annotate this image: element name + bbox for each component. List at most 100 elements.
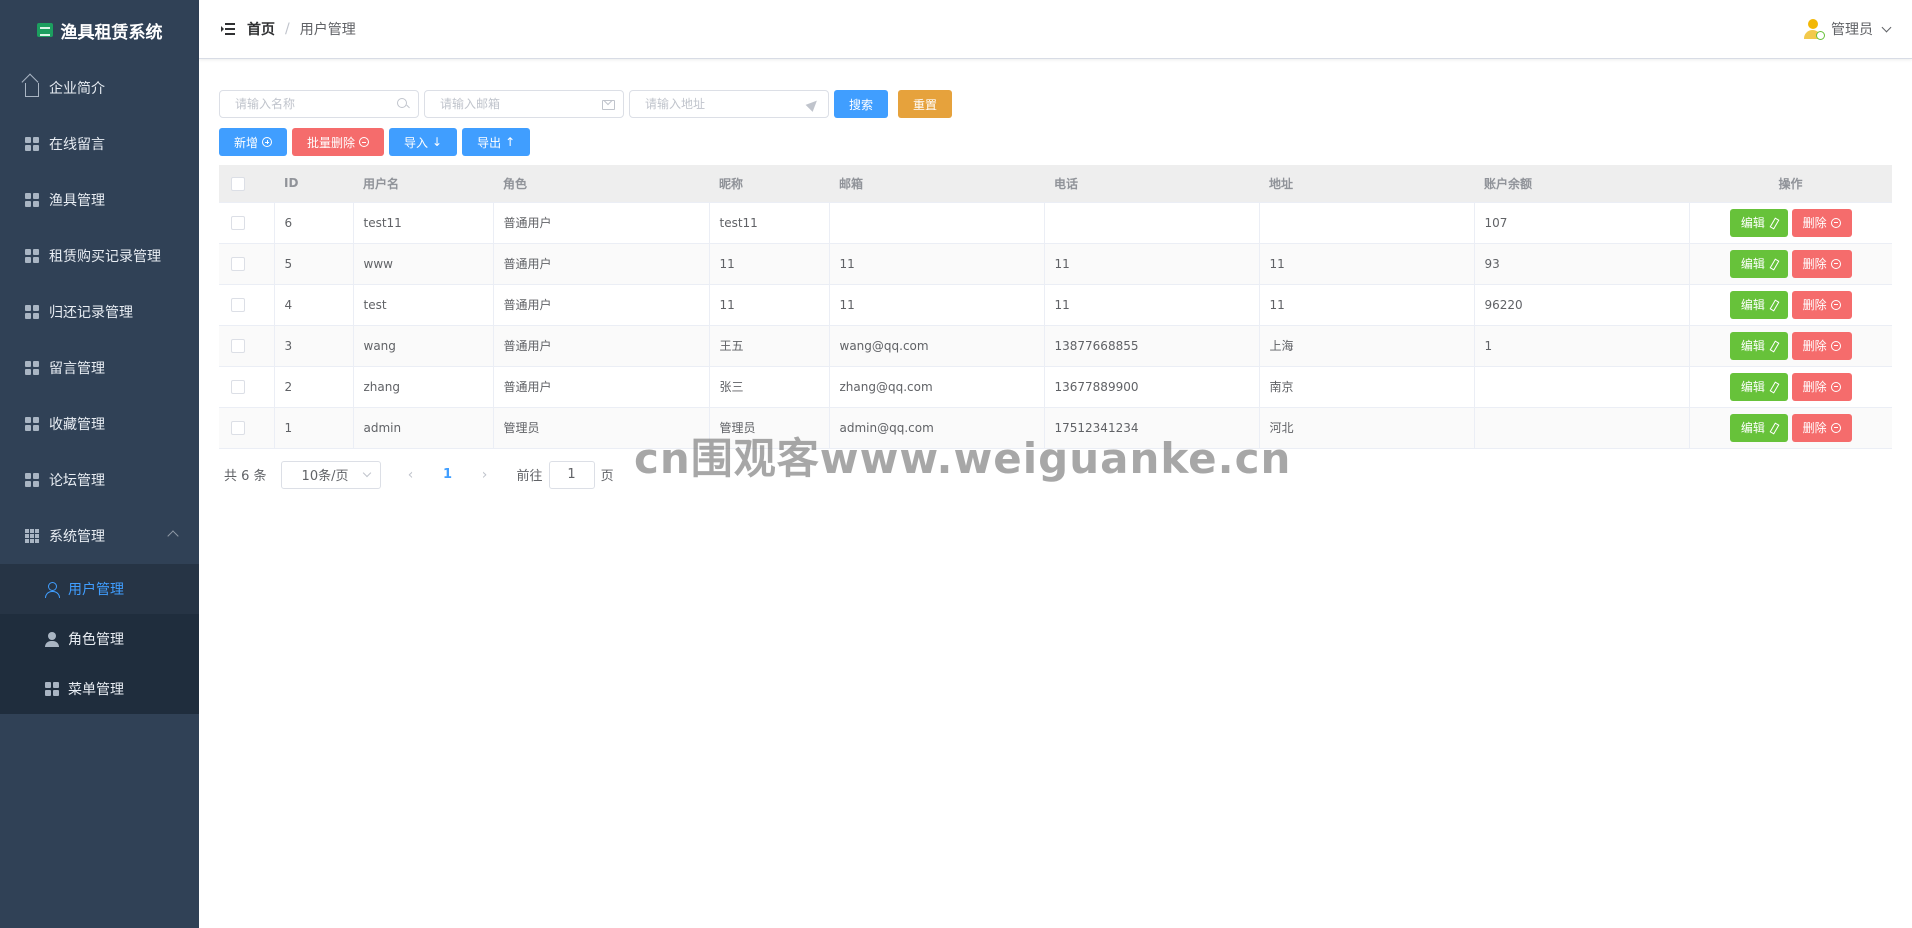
sidebar-item-company-intro[interactable]: 企业简介 [0,60,199,116]
edit-button[interactable]: 编辑 [1729,208,1788,237]
table-row: 3 wang 普通用户 王五 wang@qq.com 13877668855 上海 1 编辑 删… [219,325,1892,367]
cell-role: 普通用户 [493,243,710,285]
select-all-checkbox[interactable] [231,176,245,191]
prev-page-button[interactable]: ‹ [393,467,429,483]
row-checkbox[interactable] [231,379,245,394]
edit-icon [1769,382,1777,392]
name-search-input[interactable] [220,91,418,117]
grid-icon [24,416,40,432]
delete-button[interactable]: 删除 [1791,249,1852,278]
page-jumper: 前往 页 [516,460,614,489]
delete-button[interactable]: 删除 [1791,208,1852,237]
sidebar-item-online-message[interactable]: 在线留言 [0,116,199,172]
row-select-cell [219,366,275,408]
sidebar-item-return-records[interactable]: 归还记录管理 [0,284,199,340]
goto-page-input[interactable] [548,460,595,489]
user-dropdown[interactable]: 管理员 [1803,18,1892,40]
sidebar-item-label: 留言管理 [49,361,105,377]
row-select-cell [219,243,275,285]
edit-icon [1769,341,1777,351]
edit-icon [1769,300,1777,310]
cell-username: wang [353,325,494,367]
search-button[interactable]: 搜索 [834,90,889,118]
column-header: 邮箱 [829,165,1044,203]
address-search-field [629,90,829,118]
goto-prefix: 前往 [516,469,543,484]
delete-label: 删除 [1802,298,1827,312]
circle-plus-icon [262,137,273,147]
row-checkbox[interactable] [231,256,245,271]
batch-delete-button[interactable]: 批量删除 [292,128,385,156]
arrow-up-icon: ↑ [505,135,516,149]
chevron-down-icon [362,468,371,477]
page-number[interactable]: 1 [433,467,463,482]
sidebar-item-label: 渔具管理 [49,193,105,209]
row-checkbox[interactable] [231,420,245,435]
page-size-select[interactable]: 10条/页 [280,460,381,489]
edit-button[interactable]: 编辑 [1729,249,1788,278]
delete-button[interactable]: 删除 [1791,290,1852,319]
table-row: 5 www 普通用户 11 11 11 11 93 编辑 删除 [219,243,1892,285]
address-search-input[interactable] [630,91,828,117]
header: 首页 / 用户管理 管理员 [199,0,1912,59]
breadcrumb-home[interactable]: 首页 [247,19,275,39]
cell-balance: 1 [1474,325,1690,367]
delete-button[interactable]: 删除 [1791,413,1852,442]
cell-id: 5 [274,243,354,285]
cell-nickname: test11 [709,202,830,244]
cell-role: 普通用户 [493,284,710,326]
cell-balance [1474,407,1690,449]
sidebar-item-message-management[interactable]: 留言管理 [0,340,199,396]
circle-minus-icon [359,137,370,147]
menu-fold-icon[interactable] [221,23,235,35]
delete-button[interactable]: 删除 [1791,331,1852,360]
edit-button[interactable]: 编辑 [1729,331,1788,360]
import-button[interactable]: 导入 ↓ [389,128,458,156]
sidebar-item-favorites[interactable]: 收藏管理 [0,396,199,452]
sidebar-item-label: 租赁购买记录管理 [49,249,161,265]
user-solid-icon [44,631,60,647]
column-header: 角色 [493,165,709,203]
chevron-down-icon [1881,22,1892,32]
row-checkbox[interactable] [231,215,245,230]
delete-label: 删除 [1802,421,1827,435]
export-button[interactable]: 导出 ↑ [462,128,531,156]
sidebar-item-user-management[interactable]: 用户管理 [0,564,199,614]
add-button[interactable]: 新增 [219,128,288,156]
next-page-button[interactable]: › [467,467,503,483]
cell-username: admin [353,407,494,449]
edit-button[interactable]: 编辑 [1729,413,1788,442]
circle-minus-icon [1830,381,1841,392]
table-row: 2 zhang 普通用户 张三 zhang@qq.com 13677889900 南京 编辑 … [219,366,1892,408]
sidebar-item-rental-records[interactable]: 租赁购买记录管理 [0,228,199,284]
import-label: 导入 [404,135,429,150]
edit-button[interactable]: 编辑 [1729,290,1788,319]
sidebar-item-role-management[interactable]: 角色管理 [0,614,199,664]
email-search-input[interactable] [425,91,623,117]
reset-button[interactable]: 重置 [898,90,953,118]
cell-email: admin@qq.com [829,407,1045,449]
grid-icon [24,360,40,376]
cell-email: 11 [829,284,1045,326]
edit-button[interactable]: 编辑 [1729,372,1788,401]
row-checkbox[interactable] [231,338,245,353]
cell-role: 普通用户 [493,366,710,408]
sidebar: 渔具租赁系统 企业简介 在线留言 渔具管理 租赁购买记录管理 归还记录管理 留言… [0,0,199,928]
user-table: ID 用户名 角色 昵称 邮箱 电话 地址 账户余额 操作 6 test11 普通用… [219,165,1892,449]
edit-label: 编辑 [1740,216,1765,230]
column-header: ID [274,165,353,203]
cell-username: test [353,284,494,326]
edit-icon [1769,423,1777,433]
sidebar-item-forum[interactable]: 论坛管理 [0,452,199,508]
column-header: 昵称 [709,165,829,203]
sidebar-item-menu-management[interactable]: 菜单管理 [0,664,199,714]
sidebar-item-system[interactable]: 系统管理 [0,508,199,564]
row-checkbox[interactable] [231,297,245,312]
column-header: 操作 [1689,165,1892,203]
row-actions: 编辑 删除 [1689,407,1892,449]
delete-button[interactable]: 删除 [1791,372,1852,401]
sidebar-item-gear-management[interactable]: 渔具管理 [0,172,199,228]
cell-phone: 13877668855 [1044,325,1260,367]
cell-role: 普通用户 [493,202,710,244]
grid-icon [24,136,40,152]
